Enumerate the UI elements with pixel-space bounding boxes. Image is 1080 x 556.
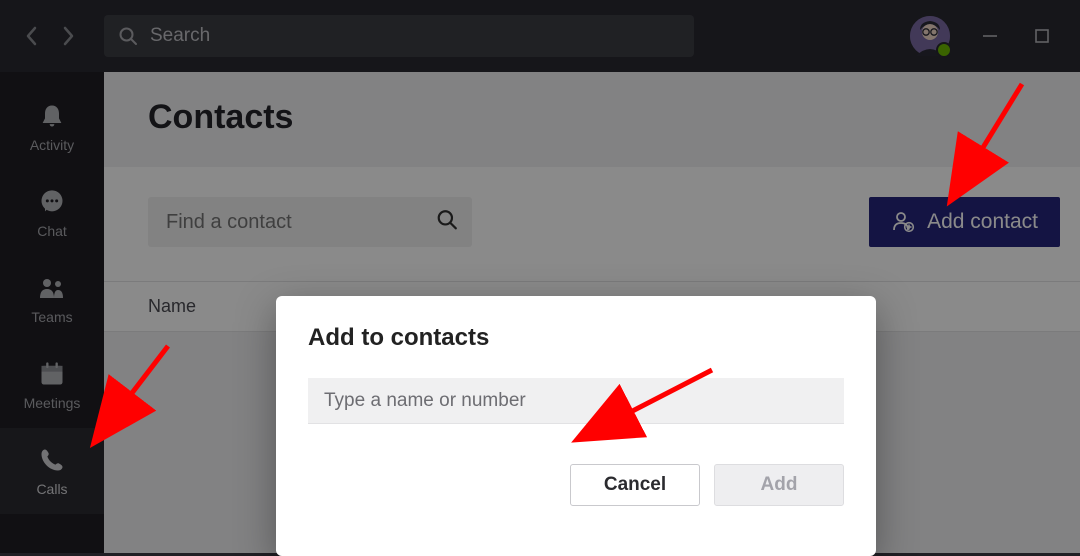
global-search[interactable]: Search xyxy=(104,15,694,57)
dialog-title: Add to contacts xyxy=(308,324,844,352)
teams-icon xyxy=(37,274,67,302)
minimize-icon xyxy=(982,28,998,44)
rail-item-teams[interactable]: Teams xyxy=(0,256,104,342)
window-controls xyxy=(978,24,1054,48)
title-bar: Search xyxy=(0,0,1080,72)
rail-item-calls[interactable]: Calls xyxy=(0,428,104,514)
chevron-left-icon xyxy=(24,24,40,48)
minimize-button[interactable] xyxy=(978,24,1002,48)
forward-button[interactable] xyxy=(56,24,80,48)
rail-item-activity[interactable]: Activity xyxy=(0,84,104,170)
column-name: Name xyxy=(148,296,196,316)
chat-icon xyxy=(38,188,66,216)
nav-arrows xyxy=(20,24,80,48)
add-contact-label: Add contact xyxy=(927,210,1038,234)
rail-label: Calls xyxy=(36,481,67,497)
phone-icon xyxy=(38,446,66,474)
rail-label: Chat xyxy=(37,223,67,239)
contact-name-input[interactable] xyxy=(308,378,844,424)
rail-label: Teams xyxy=(31,309,72,325)
find-contact-input[interactable] xyxy=(148,197,472,247)
rail-item-chat[interactable]: Chat xyxy=(0,170,104,256)
back-button[interactable] xyxy=(20,24,44,48)
rail-label: Activity xyxy=(30,137,74,153)
user-avatar[interactable] xyxy=(910,16,950,56)
add-button[interactable]: Add xyxy=(714,464,844,506)
find-contact-wrap xyxy=(148,197,472,247)
bell-icon xyxy=(38,102,66,130)
cancel-button[interactable]: Cancel xyxy=(570,464,700,506)
calendar-icon xyxy=(38,360,66,388)
search-icon xyxy=(118,26,138,46)
rail-item-meetings[interactable]: Meetings xyxy=(0,342,104,428)
rail-label: Meetings xyxy=(24,395,81,411)
add-person-icon xyxy=(891,210,915,234)
search-placeholder: Search xyxy=(150,25,210,47)
add-contact-dialog: Add to contacts Cancel Add xyxy=(276,296,876,556)
search-icon xyxy=(436,209,458,236)
add-contact-button[interactable]: Add contact xyxy=(869,197,1060,247)
maximize-button[interactable] xyxy=(1030,24,1054,48)
chevron-right-icon xyxy=(60,24,76,48)
page-title: Contacts xyxy=(148,98,1080,137)
presence-available-icon xyxy=(936,42,952,58)
maximize-icon xyxy=(1034,28,1050,44)
app-rail: Activity Chat Teams Meetings Calls xyxy=(0,72,104,553)
